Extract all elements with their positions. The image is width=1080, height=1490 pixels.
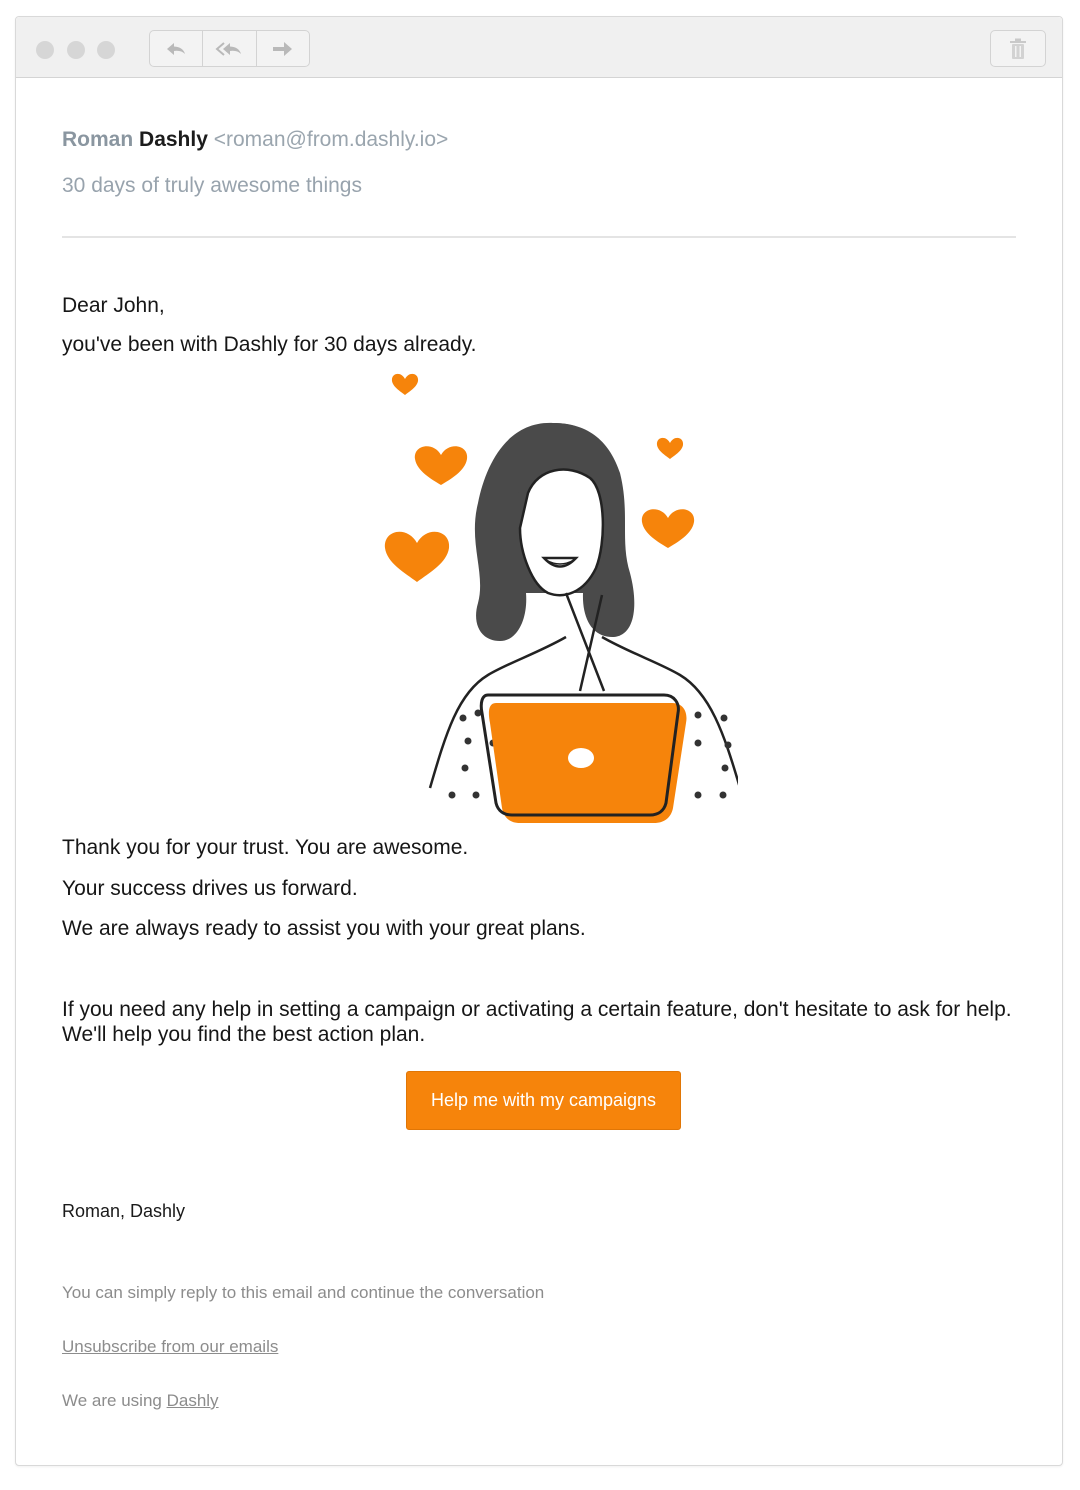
reply-icon bbox=[167, 42, 186, 55]
help-paragraph: If you need any help in setting a campai… bbox=[62, 998, 1012, 1046]
forward-button[interactable] bbox=[257, 31, 309, 66]
thanks-line-3: We are always ready to assist you with y… bbox=[62, 917, 586, 940]
intro-text: you've been with Dashly for 30 days alre… bbox=[62, 333, 477, 356]
help-campaigns-button[interactable]: Help me with my campaigns bbox=[406, 1071, 681, 1130]
heart-icon bbox=[414, 446, 468, 485]
zoom-window-icon[interactable] bbox=[97, 41, 115, 59]
heart-icon bbox=[641, 509, 695, 548]
sender-email: <roman@from.dashly.io> bbox=[213, 128, 449, 151]
reply-all-button[interactable] bbox=[203, 31, 257, 66]
reply-all-icon bbox=[215, 41, 242, 56]
window-titlebar bbox=[16, 17, 1062, 78]
signature: Roman, Dashly bbox=[62, 1201, 186, 1221]
close-window-icon[interactable] bbox=[36, 41, 54, 59]
thanks-line-2: Your success drives us forward. bbox=[62, 877, 358, 900]
heart-icon bbox=[656, 437, 684, 459]
reply-button[interactable] bbox=[150, 31, 204, 66]
using-prefix: We are using bbox=[62, 1391, 162, 1410]
trash-icon bbox=[1010, 38, 1026, 59]
thanks-line-1: Thank you for your trust. You are awesom… bbox=[62, 836, 469, 859]
forward-icon bbox=[272, 41, 292, 56]
greeting-text: Dear John, bbox=[62, 294, 165, 317]
delete-button[interactable] bbox=[990, 30, 1046, 67]
heart-icon bbox=[384, 531, 450, 582]
sender-last-name: Dashly bbox=[139, 128, 208, 151]
message-nav-group bbox=[149, 30, 310, 67]
sender-first-name: Roman bbox=[62, 128, 134, 151]
email-window: Roman Dashly <roman@from.dashly.io> 30 d… bbox=[15, 16, 1063, 1466]
minimize-window-icon[interactable] bbox=[67, 41, 85, 59]
header-divider bbox=[62, 236, 1016, 238]
reply-note: You can simply reply to this email and c… bbox=[62, 1283, 545, 1302]
using-dashly-line: We are using Dashly bbox=[62, 1391, 219, 1411]
dashly-link[interactable]: Dashly bbox=[167, 1391, 219, 1410]
unsubscribe-link[interactable]: Unsubscribe from our emails bbox=[62, 1337, 278, 1357]
email-subject: 30 days of truly awesome things bbox=[62, 174, 362, 197]
heart-icon bbox=[391, 373, 419, 395]
sender-line: Roman Dashly <roman@from.dashly.io> bbox=[62, 128, 448, 152]
woman-with-laptop-illustration bbox=[384, 373, 738, 823]
